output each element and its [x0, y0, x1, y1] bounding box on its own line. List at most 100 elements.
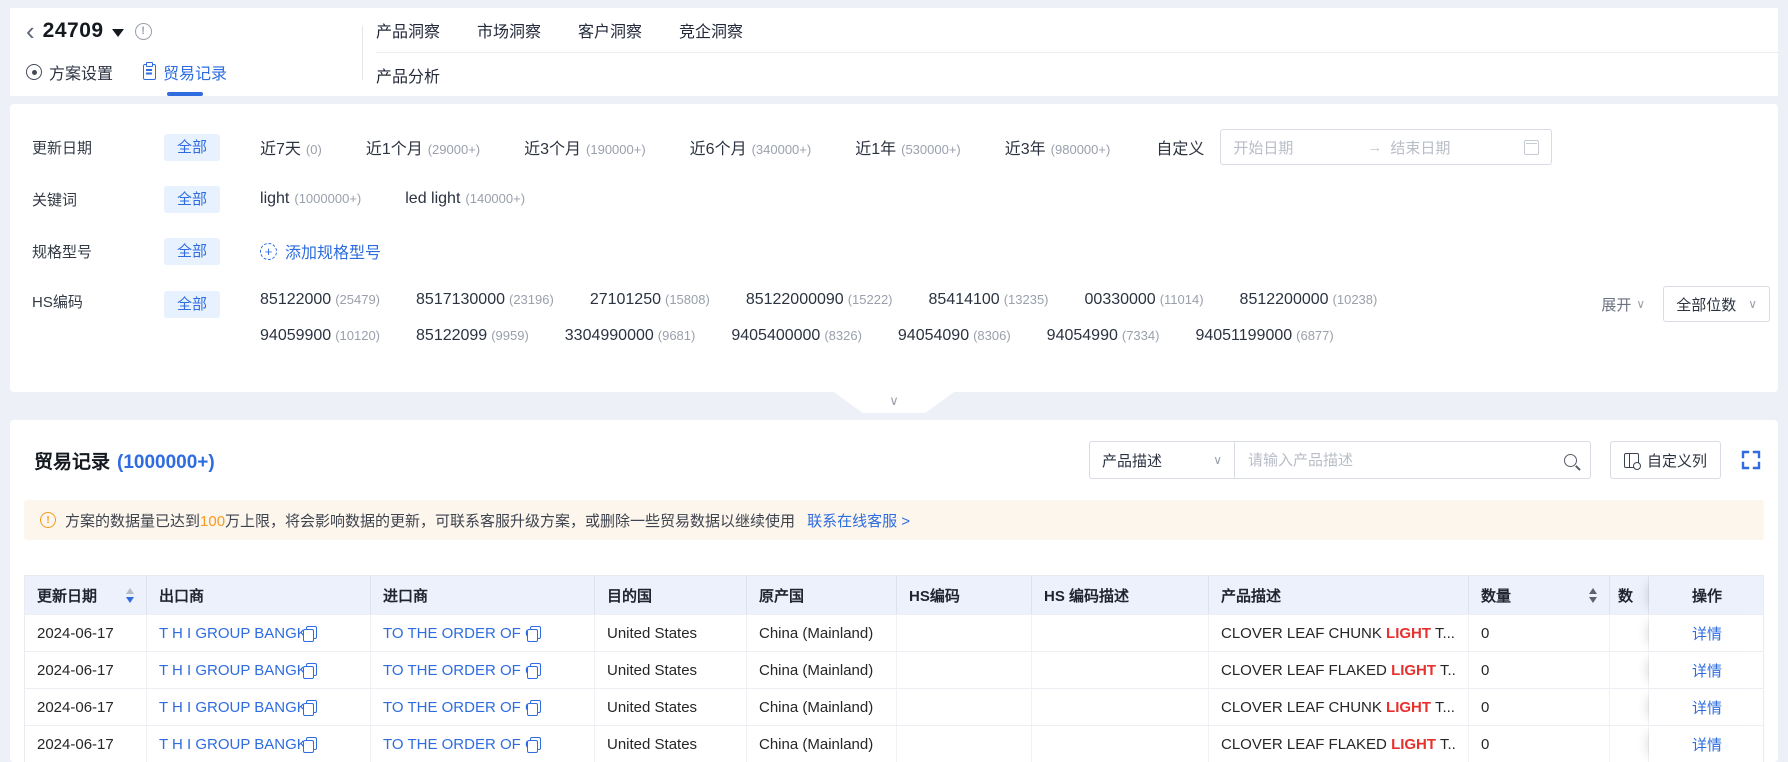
hs-code-option[interactable]: 8517130000 (23196)	[416, 291, 554, 309]
cell-hs-desc	[1032, 652, 1209, 688]
nav-item-market-insight[interactable]: 市场洞察	[477, 18, 541, 42]
hs-code-option[interactable]: 94054090 (8306)	[898, 327, 1011, 345]
cell-origin: China (Mainland)	[747, 652, 897, 688]
filter-panel: 更新日期 全部 近7天 (0) 近1个月 (29000+) 近3个月 (190000+…	[10, 104, 1778, 392]
contact-support-link[interactable]: 联系在线客服 >	[807, 510, 910, 531]
calendar-icon[interactable]	[1524, 139, 1540, 155]
hs-code-option[interactable]: 00330000 (11014)	[1085, 291, 1204, 309]
date-option-1m[interactable]: 近1个月 (29000+)	[366, 135, 480, 159]
filter-row-keyword: 关键词 全部 light (1000000+) led light (140000+…	[32, 181, 1778, 217]
cell-exporter: T H I GROUP BANGK	[147, 689, 371, 725]
importer-link[interactable]: TO THE ORDER OF CL	[383, 625, 527, 642]
cell-quantity: 0	[1469, 652, 1610, 688]
column-header-hs-desc: HS 编码描述	[1032, 576, 1209, 614]
hs-code-option[interactable]: 3304990000 (9681)	[565, 327, 696, 345]
hs-digits-select[interactable]: 全部位数 ∨	[1663, 286, 1770, 322]
keyword-all-chip[interactable]: 全部	[164, 185, 221, 213]
table-row: 2024-06-17 T H I GROUP BANGK TO THE ORDE…	[25, 614, 1763, 651]
copy-icon[interactable]	[303, 699, 317, 716]
detail-link[interactable]: 详情	[1692, 697, 1722, 718]
columns-settings-icon	[1623, 452, 1641, 470]
cell-hs-desc	[1032, 726, 1209, 762]
hs-code-option[interactable]: 27101250 (15808)	[590, 291, 710, 309]
sort-control[interactable]	[1589, 587, 1597, 603]
date-range-input[interactable]: 开始日期 → 结束日期	[1220, 129, 1553, 165]
cell-product-desc: CLOVER LEAF FLAKED LIGHT T...	[1209, 652, 1469, 688]
column-header-hs-code: HS编码	[897, 576, 1032, 614]
hs-controls: 展开 ∨ 全部位数 ∨	[1601, 286, 1770, 322]
cell-quantity: 0	[1469, 689, 1610, 725]
exporter-link[interactable]: T H I GROUP BANGK	[159, 699, 303, 716]
hs-all-chip[interactable]: 全部	[164, 291, 221, 318]
add-spec-label: 添加规格型号	[285, 245, 382, 262]
date-option-3m[interactable]: 近3个月 (190000+)	[524, 135, 646, 159]
copy-icon[interactable]	[527, 625, 541, 642]
keyword-option-light[interactable]: light (1000000+)	[260, 190, 361, 208]
copy-icon[interactable]	[303, 736, 317, 753]
importer-link[interactable]: TO THE ORDER OF CL	[383, 662, 527, 679]
hs-code-option[interactable]: 85122000090 (15222)	[746, 291, 893, 309]
expand-hs-button[interactable]: 展开 ∨	[1601, 294, 1645, 315]
exporter-link[interactable]: T H I GROUP BANGK	[159, 736, 303, 753]
hs-code-option[interactable]: 9405400000 (8326)	[731, 327, 862, 345]
update-date-all-chip[interactable]: 全部	[164, 133, 221, 161]
plan-dropdown-icon[interactable]	[111, 28, 124, 37]
column-header-quantity[interactable]: 数量	[1469, 576, 1610, 614]
date-option-1y[interactable]: 近1年 (530000+)	[855, 135, 961, 159]
copy-icon[interactable]	[527, 736, 541, 753]
cell-exporter: T H I GROUP BANGK	[147, 615, 371, 651]
hs-code-option[interactable]: 8512200000 (10238)	[1240, 291, 1378, 309]
cell-exporter: T H I GROUP BANGK	[147, 726, 371, 762]
copy-icon[interactable]	[527, 662, 541, 679]
date-option-7d[interactable]: 近7天 (0)	[260, 135, 322, 159]
copy-icon[interactable]	[303, 625, 317, 642]
keyword-highlight: LIGHT	[1391, 735, 1437, 753]
detail-link[interactable]: 详情	[1692, 734, 1722, 755]
hs-code-option[interactable]: 85122099 (9959)	[416, 327, 529, 345]
cell-hs-code	[897, 689, 1032, 725]
importer-link[interactable]: TO THE ORDER OF CL	[383, 699, 527, 716]
fullscreen-icon	[1741, 450, 1761, 470]
subnav-product-analysis[interactable]: 产品分析	[376, 63, 440, 87]
exporter-link[interactable]: T H I GROUP BANGK	[159, 625, 303, 642]
table-header-row: 更新日期 出口商 进口商 目的国 原产国 HS编码 HS 编码描述 产品描述 数…	[25, 576, 1763, 614]
column-header-update-date[interactable]: 更新日期	[25, 576, 147, 614]
date-option-3y[interactable]: 近3年 (980000+)	[1005, 135, 1111, 159]
tab-plan-settings[interactable]: 方案设置	[26, 60, 113, 96]
search-field-select[interactable]: 产品描述 ∨	[1088, 441, 1235, 479]
custom-date-label: 自定义	[1156, 141, 1205, 158]
exporter-link[interactable]: T H I GROUP BANGK	[159, 662, 303, 679]
copy-icon[interactable]	[527, 699, 541, 716]
back-button[interactable]: ‹	[26, 18, 35, 44]
hs-code-option[interactable]: 85122000 (25479)	[260, 291, 380, 309]
tab-trade-records[interactable]: 贸易记录	[143, 60, 227, 96]
add-spec-button[interactable]: + 添加规格型号	[260, 239, 381, 263]
hs-code-option[interactable]: 94054990 (7334)	[1047, 327, 1160, 345]
search-input[interactable]	[1247, 451, 1564, 469]
cell-origin: China (Mainland)	[747, 615, 897, 651]
collapse-filters-tab[interactable]: ∨	[834, 392, 954, 413]
keyword-option-led-light[interactable]: led light (140000+)	[405, 190, 525, 208]
detail-link[interactable]: 详情	[1692, 623, 1722, 644]
cell-destination: United States	[595, 689, 747, 725]
fullscreen-button[interactable]	[1738, 447, 1764, 473]
search-icon[interactable]	[1563, 453, 1577, 467]
filter-label: HS编码	[32, 294, 83, 311]
copy-icon[interactable]	[303, 662, 317, 679]
nav-item-competitor-insight[interactable]: 竞企洞察	[679, 18, 743, 42]
nav-item-customer-insight[interactable]: 客户洞察	[578, 18, 642, 42]
detail-link[interactable]: 详情	[1692, 660, 1722, 681]
page-title: 24709	[42, 19, 104, 42]
hs-code-option[interactable]: 94051199000 (6877)	[1195, 327, 1333, 345]
cell-product-desc: CLOVER LEAF CHUNK LIGHT T...	[1209, 689, 1469, 725]
hs-code-option[interactable]: 94059900 (10120)	[260, 327, 380, 345]
custom-columns-button[interactable]: 自定义列	[1609, 441, 1721, 479]
spec-all-chip[interactable]: 全部	[164, 237, 221, 265]
importer-link[interactable]: TO THE ORDER OF CL	[383, 736, 527, 753]
info-icon[interactable]: !	[134, 22, 152, 40]
hs-code-option[interactable]: 85414100 (13235)	[929, 291, 1049, 309]
sort-control[interactable]	[126, 587, 134, 603]
date-option-6m[interactable]: 近6个月 (340000+)	[690, 135, 812, 159]
nav-item-product-insight[interactable]: 产品洞察	[376, 18, 440, 42]
cell-quantity: 0	[1469, 726, 1610, 762]
